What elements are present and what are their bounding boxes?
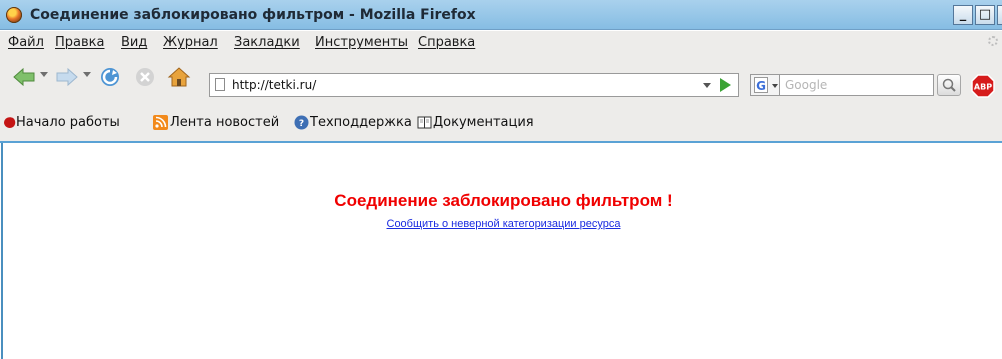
adblock-label: ABP (974, 83, 992, 92)
maximize-button[interactable]: □ (975, 5, 995, 25)
firefox-start-icon (4, 117, 16, 128)
google-logo-icon: G (754, 77, 768, 93)
back-arrow-icon[interactable] (12, 66, 36, 88)
page-icon (215, 78, 225, 91)
bookmark-start[interactable]: Начало работы (16, 115, 120, 130)
home-icon[interactable] (167, 66, 191, 88)
menu-help[interactable]: Справка (418, 35, 475, 50)
menu-view[interactable]: Вид (121, 35, 147, 50)
reload-icon[interactable] (98, 66, 122, 88)
url-bar[interactable]: http://tetki.ru/ (209, 73, 739, 97)
bookmark-documentation[interactable]: Документация (433, 115, 534, 130)
stop-icon[interactable] (133, 66, 157, 88)
menu-history[interactable]: Журнал (163, 35, 218, 50)
throbber-icon (988, 36, 998, 46)
search-button[interactable] (937, 74, 961, 96)
bookmark-news-feed[interactable]: Лента новостей (170, 115, 279, 130)
bookmark-support[interactable]: Техподдержка (310, 115, 412, 130)
firefox-logo-icon (6, 7, 22, 23)
menu-bookmarks[interactable]: Закладки (234, 35, 300, 50)
menu-file[interactable]: Файл (8, 35, 44, 50)
svg-text:?: ? (299, 119, 304, 129)
go-arrow-icon[interactable] (720, 78, 731, 92)
report-miscategorization-link[interactable]: Сообщить о неверной категоризации ресурс… (3, 218, 1002, 230)
forward-arrow-icon[interactable] (55, 66, 79, 88)
adblock-plus-icon[interactable]: ABP (971, 74, 995, 98)
minimize-button[interactable]: _ (953, 5, 973, 25)
search-engine-selector[interactable]: G (750, 74, 780, 96)
book-icon (417, 116, 432, 129)
page-content: Соединение заблокировано фильтром ! Сооб… (1, 143, 1002, 359)
url-history-dropdown-icon[interactable] (700, 79, 714, 91)
rss-feed-icon (153, 115, 168, 130)
menu-edit[interactable]: Правка (55, 35, 104, 50)
browser-window: Соединение заблокировано фильтром - Mozi… (0, 0, 1002, 359)
search-input[interactable]: Google (780, 74, 934, 96)
menu-bar: Файл Правка Вид Журнал Закладки Инструме… (0, 31, 1002, 55)
search-placeholder: Google (785, 78, 828, 92)
title-bar: Соединение заблокировано фильтром - Mozi… (0, 0, 1002, 30)
blocked-heading: Соединение заблокировано фильтром ! (334, 191, 673, 210)
close-button[interactable]: X (997, 5, 1002, 25)
magnifier-icon (942, 78, 956, 92)
window-title: Соединение заблокировано фильтром - Mozi… (30, 7, 476, 23)
forward-history-arrow-icon[interactable] (83, 72, 91, 77)
help-icon: ? (294, 115, 309, 130)
menu-tools[interactable]: Инструменты (315, 35, 408, 50)
back-history-arrow-icon[interactable] (40, 72, 48, 77)
search-engine-dropdown-icon (772, 84, 778, 88)
bookmarks-toolbar: Начало работы Лента новостей ? Техподдер… (0, 99, 1002, 143)
url-text[interactable]: http://tetki.ru/ (232, 78, 316, 92)
